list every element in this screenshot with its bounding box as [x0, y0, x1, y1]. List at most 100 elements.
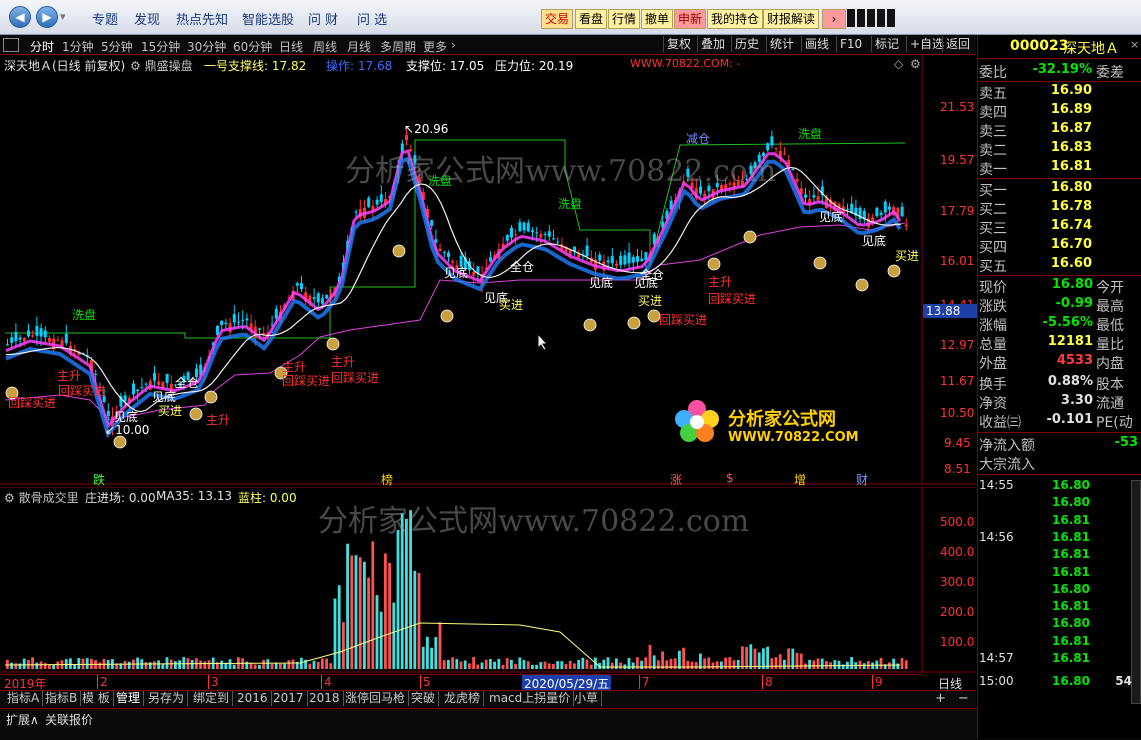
f10-button[interactable]: F10	[836, 36, 865, 52]
period-day[interactable]: 日线	[279, 38, 303, 55]
money-bag-icon	[743, 230, 757, 244]
draw-button[interactable]: 画线	[801, 36, 832, 52]
volume-indicator[interactable]: ⚙ 散骨成交里	[4, 489, 79, 506]
back-icon[interactable]: ◀	[9, 6, 31, 28]
period-fenshi[interactable]: 分时	[30, 38, 54, 55]
period-5min[interactable]: 5分钟	[101, 38, 133, 55]
history-button[interactable]: 历史	[731, 36, 762, 52]
period-1min[interactable]: 1分钟	[62, 38, 94, 55]
chevron-right-icon[interactable]: ›	[822, 9, 846, 29]
holdings-button[interactable]: 我的持仓	[707, 9, 764, 29]
tab-indicator-b[interactable]: 指标B	[42, 691, 82, 706]
candle-body	[262, 332, 266, 335]
fuquan-button[interactable]: 复权	[663, 36, 694, 52]
minus-icon[interactable]: −	[958, 691, 969, 706]
candle-body	[321, 298, 324, 304]
tab-2018[interactable]: 2018	[306, 691, 344, 706]
volume-bar	[43, 662, 47, 669]
tab-template[interactable]: 模 板	[79, 691, 114, 706]
indicator-name[interactable]: ⚙ 鼎盛操盘	[130, 57, 193, 74]
candle-body	[367, 197, 371, 207]
event-marker[interactable]: 增	[794, 471, 806, 488]
chevron-right-icon[interactable]: ›	[451, 38, 456, 52]
volume-bar	[354, 555, 358, 669]
maijin-label: 买进	[638, 294, 663, 308]
tab-breakout[interactable]: 突破	[408, 691, 440, 706]
watermark: 分析家公式网www.70822.com	[345, 154, 777, 189]
event-marker[interactable]: 财	[856, 471, 868, 488]
menu-redian[interactable]: 热点先知	[176, 9, 228, 28]
period-multi[interactable]: 多周期	[380, 38, 416, 55]
weicha-label: 委差	[1096, 65, 1124, 81]
tab-bind-to[interactable]: 绑定到	[190, 691, 234, 706]
money-bag-icon	[813, 256, 827, 270]
mark-button[interactable]: 标记	[871, 36, 902, 52]
event-marker[interactable]: $	[726, 471, 734, 485]
stat-label-2: 流通	[1096, 396, 1124, 412]
layout-icon[interactable]	[3, 38, 19, 52]
tab-manage[interactable]: 管理	[113, 691, 145, 706]
quote-button[interactable]: 行情	[608, 9, 641, 29]
period-week[interactable]: 周线	[313, 38, 337, 55]
volume-bar	[799, 653, 803, 669]
last-volume: 54	[1115, 674, 1132, 688]
tab-2017[interactable]: 2017	[270, 691, 308, 706]
event-marker[interactable]: 榜	[381, 471, 393, 488]
volume-bar	[371, 541, 375, 669]
candle-body	[295, 283, 299, 286]
diamond-icon[interactable]: ◇	[894, 57, 903, 71]
price-tick: 9.45	[944, 436, 971, 450]
report-button[interactable]: 财报解读	[763, 9, 820, 29]
overlay-button[interactable]: 叠加	[697, 36, 728, 52]
indicator-label: 鼎盛操盘	[144, 59, 193, 73]
volume-bar	[568, 660, 572, 669]
period-15min[interactable]: 15分钟	[141, 38, 180, 55]
forward-icon[interactable]: ▶	[36, 6, 58, 28]
volume-bar	[312, 660, 316, 669]
tick-scrollbar[interactable]	[1131, 480, 1141, 704]
volume-bar	[602, 659, 606, 669]
gear-icon: ⚙	[130, 59, 141, 73]
period-more[interactable]: 更多	[423, 38, 447, 55]
tab-macd[interactable]: macd上拐量价	[486, 691, 575, 706]
add-watchlist-button[interactable]: +自选	[906, 36, 947, 52]
event-marker[interactable]: 跌	[93, 471, 105, 488]
period-60min[interactable]: 60分钟	[233, 38, 272, 55]
candle-body	[598, 254, 602, 261]
menu-faxian[interactable]: 发现	[134, 9, 160, 28]
menu-xuangu[interactable]: 智能选股	[242, 9, 294, 28]
tab-indicator-a[interactable]: 指标A	[4, 691, 44, 706]
stat-label: 外盘	[979, 356, 1007, 372]
menu-zhuanti[interactable]: 专题	[92, 9, 118, 28]
watch-button[interactable]: 看盘	[575, 9, 608, 29]
trade-button[interactable]: 交易	[541, 9, 574, 29]
period-30min[interactable]: 30分钟	[187, 38, 226, 55]
stats-button[interactable]: 统计	[766, 36, 797, 52]
tab-save-as[interactable]: 另存为	[145, 691, 189, 706]
tab-2016[interactable]: 2016	[234, 691, 272, 706]
related-quote-button[interactable]: 关联报价	[45, 711, 93, 728]
ask-price: 16.87	[1050, 121, 1092, 136]
tab-xiaocao[interactable]: 小草	[571, 691, 603, 706]
tab-longhu[interactable]: 龙虎榜	[441, 691, 485, 706]
event-marker[interactable]: 涨	[670, 471, 682, 488]
expand-button[interactable]: 扩展∧	[6, 711, 39, 728]
volume-bar	[459, 661, 463, 669]
settings-icon[interactable]: ⚙	[910, 57, 921, 71]
period-month[interactable]: 月线	[347, 38, 371, 55]
close-icon[interactable]: ×	[1130, 38, 1139, 51]
weibi-label: 委比	[979, 65, 1007, 81]
huicai-label: 回踩买进	[58, 384, 107, 398]
volume-bar	[178, 660, 181, 669]
tab-zhangting[interactable]: 涨停回马枪	[342, 691, 410, 706]
cancel-order-button[interactable]: 撤单	[641, 9, 674, 29]
menu-wencai[interactable]: 问 财	[308, 9, 338, 28]
ipo-button[interactable]: 申新	[674, 9, 707, 29]
dropdown-icon[interactable]: ▾	[60, 10, 66, 23]
plus-icon[interactable]: +	[935, 691, 946, 706]
volume-bar	[879, 658, 883, 669]
return-button[interactable]: 返回	[942, 36, 973, 52]
mouse-cursor-icon	[537, 332, 549, 354]
net-inflow-value: -53	[1114, 435, 1139, 450]
menu-wenxuan[interactable]: 问 选	[357, 9, 387, 28]
